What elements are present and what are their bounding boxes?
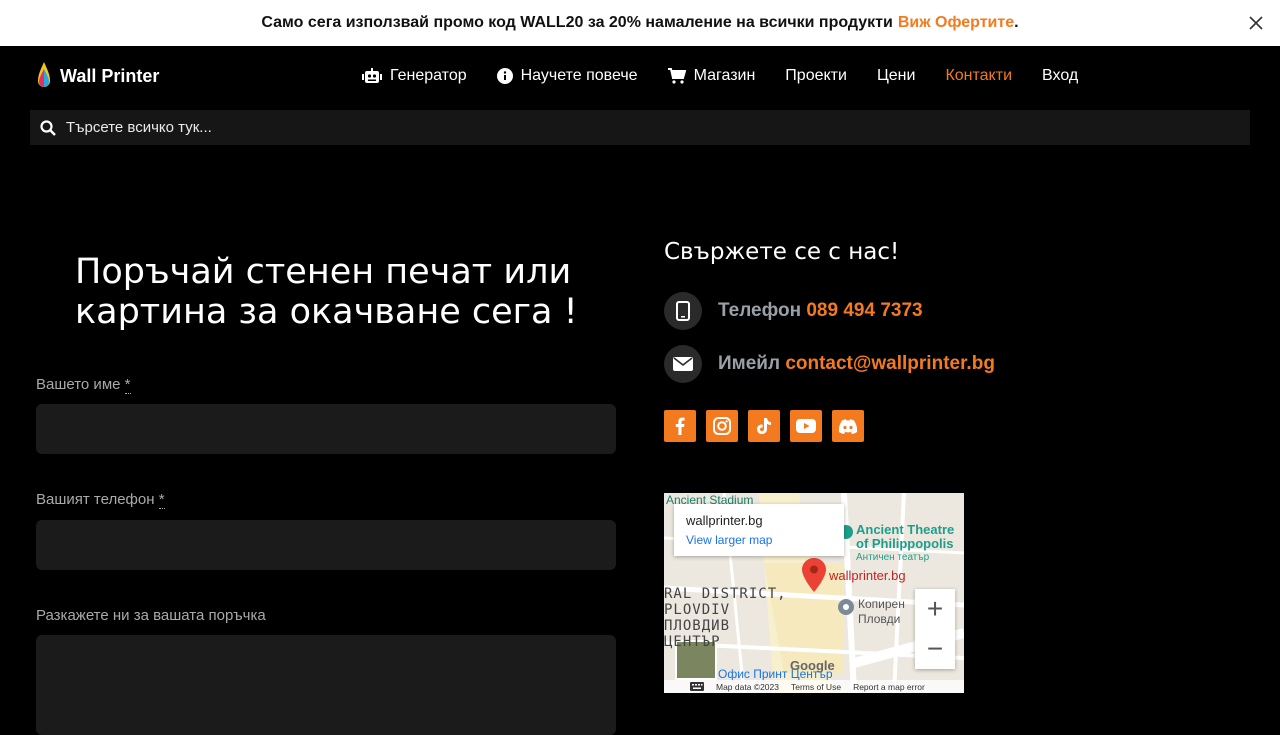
name-field[interactable]: [36, 404, 616, 454]
youtube-icon[interactable]: [790, 410, 822, 442]
map-report-link[interactable]: Report a map error: [853, 682, 925, 692]
facebook-icon[interactable]: [664, 410, 696, 442]
zoom-in-button[interactable]: +: [915, 589, 955, 629]
info-icon: [496, 68, 513, 84]
map-label-line: of Philippopolis: [856, 536, 954, 551]
map-place-name: wallprinter.bg: [686, 513, 763, 528]
phone-field[interactable]: [36, 520, 616, 570]
ink-drop-icon: [38, 62, 50, 87]
site-header: Wall Printer Генератор Научете повече Ма…: [0, 46, 1280, 110]
cart-icon: [667, 68, 686, 84]
brand-logo[interactable]: Wall Printer: [36, 61, 159, 91]
keyboard-icon[interactable]: [690, 682, 704, 691]
map-marker-label: wallprinter.bg: [829, 568, 906, 583]
map-label-district: RAL DISTRICT, PLOVDIV ПЛОВДИВ ЦЕНТЪР: [664, 586, 787, 650]
nav-item-learn-more[interactable]: Научете повече: [496, 67, 638, 85]
promo-text: Само сега използвай промо код WALL20 за …: [261, 14, 893, 31]
contact-title: Свържете се с нас!: [664, 239, 900, 265]
main-nav: Генератор Научете повече Магазин Проекти…: [362, 67, 1108, 85]
mobile-icon: [664, 292, 702, 330]
nav-item-shop[interactable]: Магазин: [667, 67, 756, 85]
map-zoom-controls: + −: [915, 589, 955, 669]
map-label-line: Пловди: [858, 612, 901, 626]
nav-item-login[interactable]: Вход: [1042, 67, 1078, 85]
phone-link[interactable]: 089 494 7373: [806, 300, 922, 321]
map-terms-link[interactable]: Terms of Use: [791, 682, 841, 692]
robot-icon: [362, 68, 382, 83]
promo-offers-link[interactable]: Виж Офертите: [898, 14, 1014, 32]
map-marker-icon[interactable]: [802, 558, 826, 592]
map-label-line: ПЛОВДИВ: [664, 618, 731, 634]
nav-item-projects[interactable]: Проекти: [785, 67, 847, 85]
tiktok-icon[interactable]: [748, 410, 780, 442]
zoom-out-button[interactable]: −: [915, 629, 955, 669]
form-title: Поръчай стенен печат или картина за окач…: [75, 252, 578, 332]
brand-name: Wall Printer: [60, 65, 160, 86]
email-label: Имейл: [718, 353, 781, 374]
nav-label: Генератор: [390, 67, 467, 84]
discord-icon[interactable]: [832, 410, 864, 442]
nav-label: Магазин: [693, 67, 756, 84]
map-label-line: ЦЕНТЪР: [664, 634, 721, 650]
required-mark: *: [158, 491, 165, 509]
nav-label: Контакти: [945, 67, 1012, 84]
map-label-line: Ancient Theatre: [856, 522, 955, 537]
nav-label: Цени: [876, 67, 916, 84]
search-icon: [40, 119, 56, 136]
promo-bar: Само сега използвай промо код WALL20 за …: [0, 0, 1280, 46]
search-input[interactable]: [66, 119, 1216, 136]
map-label-copy-center: Копирен Пловди: [858, 597, 905, 627]
map-info-card: wallprinter.bg View larger map: [674, 504, 844, 556]
nav-item-contacts[interactable]: Контакти: [945, 67, 1012, 85]
map-label-theatre: Ancient Theatre of Philippopolis Античен…: [856, 523, 954, 565]
search-bar: [30, 110, 1250, 145]
map-label-line: RAL DISTRICT,: [664, 586, 787, 602]
order-field-label: Разкажете ни за вашата поръчка: [36, 607, 266, 624]
envelope-icon: [664, 345, 702, 383]
view-larger-map-link[interactable]: View larger map: [686, 533, 832, 547]
phone-field-label: Вашият телефон *: [36, 491, 165, 509]
map-label-line: Античен театър: [856, 552, 930, 563]
required-mark: *: [124, 376, 131, 394]
google-map[interactable]: Ancient Stadium Ancient Theatre of Phili…: [664, 493, 964, 693]
name-label-text: Вашето име: [36, 376, 121, 393]
social-links: [664, 410, 864, 442]
nav-item-generator[interactable]: Генератор: [362, 67, 467, 85]
name-field-label: Вашето име *: [36, 376, 131, 394]
order-label-text: Разкажете ни за вашата поръчка: [36, 607, 266, 624]
nav-label: Проекти: [785, 67, 847, 84]
contact-phone-row: Телефон 089 494 7373: [664, 292, 923, 330]
map-data-credit: Map data ©2023: [716, 681, 779, 692]
map-label-line: PLOVDIV: [664, 602, 731, 618]
phone-label-text: Вашият телефон: [36, 491, 155, 508]
email-link[interactable]: contact@wallprinter.bg: [785, 353, 995, 374]
google-logo: Google: [790, 658, 835, 673]
nav-label: Вход: [1042, 67, 1079, 84]
contact-email-row: Имейл contact@wallprinter.bg: [664, 345, 995, 383]
nav-label: Научете повече: [520, 67, 638, 84]
close-icon[interactable]: [1248, 15, 1264, 31]
promo-period: .: [1014, 14, 1019, 31]
nav-item-prices[interactable]: Цени: [877, 67, 916, 85]
phone-label: Телефон: [718, 300, 802, 321]
instagram-icon[interactable]: [706, 410, 738, 442]
map-footer: Map data ©2023 Terms of Use Report a map…: [664, 680, 964, 693]
order-textarea[interactable]: [36, 635, 616, 735]
map-label-line: Копирен: [858, 597, 905, 611]
